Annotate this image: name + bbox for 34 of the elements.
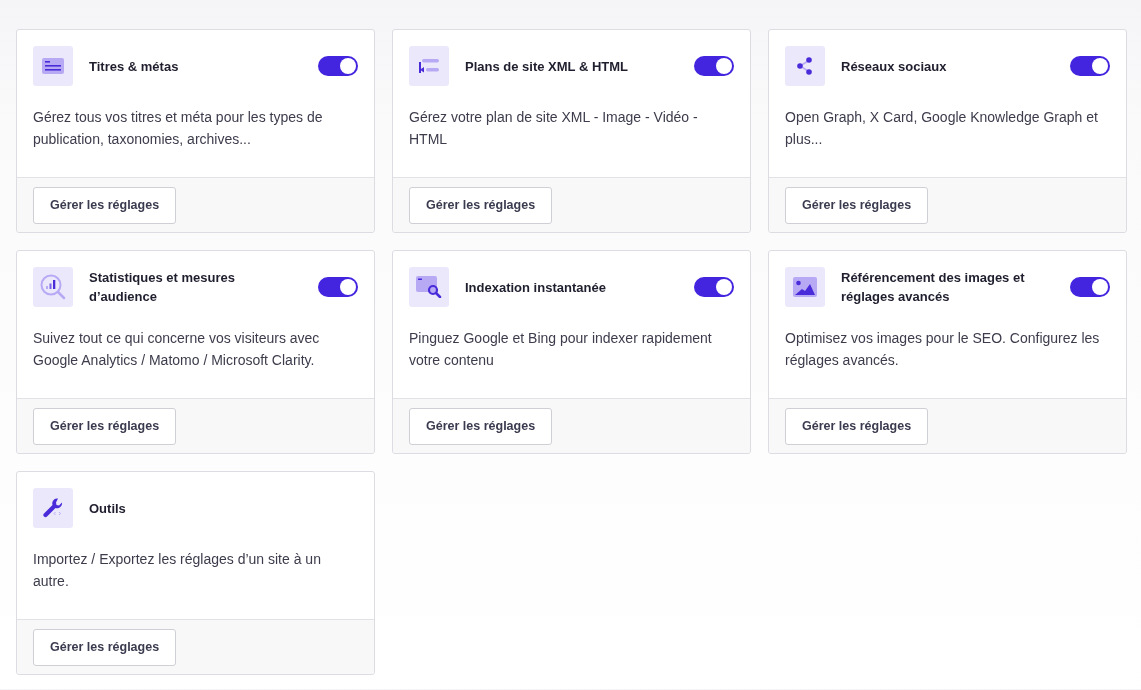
module-title: Titres & métas (89, 57, 180, 76)
toggle-switch[interactable] (318, 277, 358, 297)
manage-settings-button[interactable]: Gérer les réglages (33, 407, 177, 445)
manage-settings-button[interactable]: Gérer les réglages (409, 186, 553, 224)
toggle-switch[interactable] (1070, 277, 1110, 297)
share-icon (797, 57, 813, 75)
toggle-switch[interactable] (318, 56, 358, 76)
module-description: Suivez tout ce qui concerne vos visiteurs avec Google Analytics / Matomo / Microsoft Clarity. (33, 329, 321, 370)
module-description: Importez / Exportez les réglages d’un site à un autre. (33, 550, 322, 591)
module-title: Statistiques et mesures d’audience (89, 269, 236, 306)
module-title: Référencement des images et réglages avancés (841, 269, 1026, 306)
module-description: Gérez tous vos titres et méta pour les types de publication, taxonomies, archives... (33, 108, 324, 149)
magnifier-chart-icon (39, 273, 67, 301)
module-title: Outils (89, 499, 127, 518)
window-search-icon (416, 276, 442, 298)
module-description: Gérez votre plan de site XML - Image - Vidéo - HTML (409, 108, 699, 149)
indent-lines-icon (419, 59, 439, 73)
image-icon (793, 277, 817, 297)
module-title: Plans de site XML & HTML (465, 57, 629, 76)
wrench-icon (42, 497, 64, 519)
manage-settings-button[interactable]: Gérer les réglages (33, 186, 177, 224)
manage-settings-button[interactable]: Gérer les réglages (33, 628, 177, 666)
module-description: Open Graph, X Card, Google Knowledge Graph et plus... (785, 108, 1099, 149)
manage-settings-button[interactable]: Gérer les réglages (409, 407, 553, 445)
module-description: Optimisez vos images pour le SEO. Configurez les réglages avancés. (785, 329, 1101, 370)
toggle-switch[interactable] (694, 277, 734, 297)
text-lines-icon (42, 58, 64, 74)
manage-settings-button[interactable]: Gérer les réglages (785, 407, 929, 445)
manage-settings-button[interactable]: Gérer les réglages (785, 186, 929, 224)
toggle-switch[interactable] (694, 56, 734, 76)
module-title: Indexation instantanée (465, 278, 607, 297)
toggle-switch[interactable] (1070, 56, 1110, 76)
module-description: Pinguez Google et Bing pour indexer rapidement votre contenu (409, 329, 713, 370)
module-title: Réseaux sociaux (841, 57, 948, 76)
